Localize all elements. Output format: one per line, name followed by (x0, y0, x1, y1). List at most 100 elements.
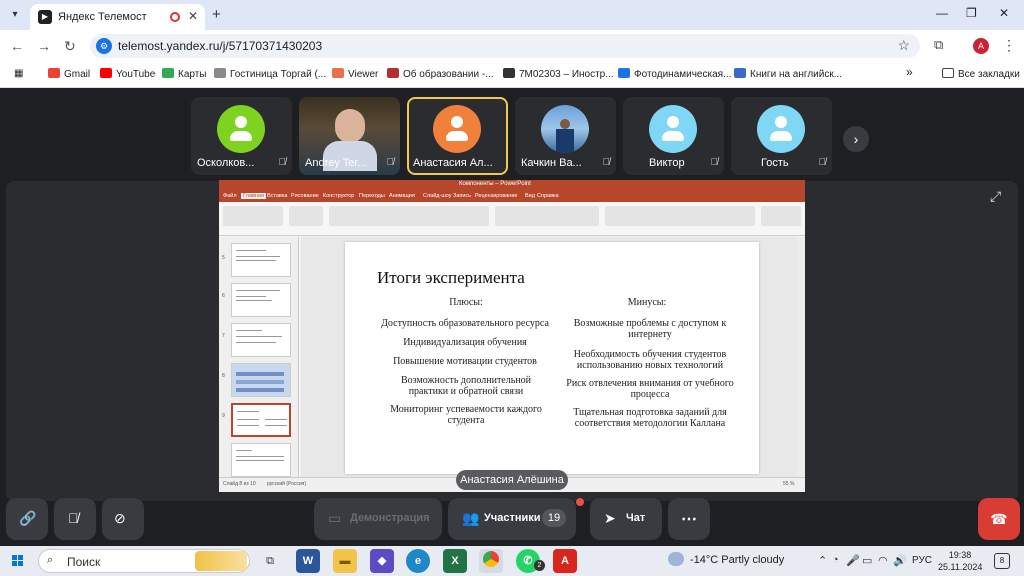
bookmark-item[interactable]: Гостиница Торгай (... (214, 68, 326, 80)
bookmark-item[interactable]: Книги на английск... (734, 68, 842, 80)
pros-item[interactable]: Возможность дополнительной практики и об… (391, 375, 541, 397)
profile-avatar[interactable]: A (973, 38, 989, 54)
slide-thumbnail[interactable] (231, 363, 291, 397)
screen-share-button[interactable]: ▭ Демонстрация (314, 498, 442, 540)
ppt-menu-item[interactable]: Вид (525, 193, 535, 199)
cons-item[interactable]: Необходимость обучения студентов использ… (563, 349, 737, 371)
bookmark-item[interactable]: Viewer (332, 68, 378, 80)
slide-thumbnail-selected[interactable] (231, 403, 291, 437)
pros-item[interactable]: Индивидуализация обучения (359, 337, 571, 348)
bookmark-star-icon[interactable]: ☆ (897, 37, 910, 54)
hang-up-button[interactable]: ☎ (978, 498, 1020, 540)
mic-toggle-button[interactable]: 🎙̸ (54, 498, 96, 540)
cons-item[interactable]: Тщательная подготовка заданий для соотве… (561, 407, 739, 429)
reload-icon[interactable]: ↻ (64, 38, 76, 55)
cons-item[interactable]: Возможные проблемы с доступом к интернет… (557, 318, 743, 340)
forward-icon[interactable]: → (37, 38, 51, 54)
slide-scrollbar[interactable] (797, 237, 805, 477)
minimize-icon[interactable]: — (936, 6, 948, 20)
more-bookmarks-icon[interactable]: » (906, 65, 913, 79)
store-icon[interactable]: ◆ (370, 549, 394, 573)
close-window-icon[interactable]: ✕ (999, 6, 1009, 20)
ppt-menu-item[interactable]: Анимация (389, 193, 415, 199)
fullscreen-icon[interactable]: ⤢ (990, 188, 1001, 205)
ribbon-slides-group[interactable] (289, 206, 323, 226)
participant-tile[interactable]: Гость 🎙̸ (731, 97, 832, 175)
chrome-icon[interactable] (479, 549, 503, 573)
ppt-menu-item[interactable]: Справка (537, 193, 559, 199)
apps-grid-icon[interactable]: ▦ (14, 68, 23, 79)
word-icon[interactable]: W (296, 549, 320, 573)
network-icon[interactable]: ▭ (862, 554, 872, 567)
ribbon-editing-group[interactable] (761, 206, 801, 226)
tray-app-icon[interactable]: ◔ (832, 554, 839, 566)
participants-button[interactable]: 👥 Участники 19 (448, 498, 576, 540)
restore-icon[interactable]: ❐ (966, 6, 977, 20)
close-tab-icon[interactable]: ✕ (188, 9, 198, 23)
ppt-menu-item[interactable]: Файл (223, 193, 237, 199)
tray-chevron-icon[interactable]: ⌃ (818, 554, 827, 567)
participant-tile-active-speaker[interactable]: Анастасия Ал... (407, 97, 508, 175)
windows-start-icon[interactable] (12, 555, 24, 567)
bookmark-item[interactable]: Карты (162, 68, 207, 80)
camera-toggle-button[interactable]: ⊘ (102, 498, 144, 540)
cons-header[interactable]: Минусы: (607, 297, 687, 308)
slide-thumbnail[interactable] (231, 283, 291, 317)
system-clock[interactable]: 19:38 25.11.2024 (938, 549, 982, 573)
microphone-icon[interactable]: 🎤 (846, 554, 860, 567)
ppt-menu-item[interactable]: Запись (453, 193, 471, 199)
ppt-menu-item[interactable]: Слайд-шоу (423, 193, 452, 199)
slide-thumbnail[interactable] (231, 323, 291, 357)
ribbon-paragraph-group[interactable] (495, 206, 599, 226)
weather-text[interactable]: -14°C Partly cloudy (690, 554, 784, 566)
task-view-icon[interactable]: ⧉ (258, 549, 282, 573)
pdf-reader-icon[interactable]: A (553, 549, 577, 573)
slide-title[interactable]: Итоги эксперимента (377, 268, 525, 288)
next-participants-icon[interactable]: › (843, 126, 869, 152)
slide-thumbnail[interactable] (231, 243, 291, 277)
bookmark-item[interactable]: YouTube (100, 68, 155, 80)
participant-tile[interactable]: Качкин Ва... 🎙̸ (515, 97, 616, 175)
slide-thumbnail[interactable] (231, 443, 291, 477)
pros-header[interactable]: Плюсы: (433, 297, 499, 308)
bookmark-item[interactable]: Об образовании -... (387, 68, 494, 80)
excel-icon[interactable]: X (443, 549, 467, 573)
pros-item[interactable]: Мониторинг успеваемости каждого студента (381, 404, 551, 426)
file-explorer-icon[interactable]: ▬ (333, 549, 357, 573)
cons-item[interactable]: Риск отвлечения внимания от учебного про… (557, 378, 743, 400)
ppt-menu-item[interactable]: Рецензирование (475, 193, 517, 199)
back-icon[interactable]: ← (10, 38, 24, 54)
browser-menu-icon[interactable]: ⋮ (1002, 37, 1016, 54)
participant-tile[interactable]: Виктор 🎙̸ (623, 97, 724, 175)
ppt-menu-item[interactable]: Конструктор (323, 193, 354, 199)
url-text[interactable]: telemost.yandex.ru/j/57170371430203 (118, 39, 322, 53)
more-button[interactable]: ⋯ (668, 498, 710, 540)
ppt-menu-item[interactable]: Вставка (267, 193, 287, 199)
bookmark-item[interactable]: Gmail (48, 68, 90, 80)
ribbon-drawing-group[interactable] (605, 206, 755, 226)
volume-icon[interactable]: 🔊 (893, 554, 907, 567)
input-language[interactable]: РУС (912, 555, 932, 566)
tab-search-chevron-icon[interactable]: ▾ (6, 6, 24, 24)
chat-button[interactable]: ➤ Чат (590, 498, 662, 540)
participant-tile[interactable]: Осколков... 🎙̸ (191, 97, 292, 175)
all-bookmarks[interactable]: Все закладки (942, 68, 1020, 80)
extensions-icon[interactable]: ⧉ (934, 37, 943, 53)
ppt-menu-item-selected[interactable]: Главная (241, 193, 266, 199)
ppt-menu-item[interactable]: Переходы (359, 193, 385, 199)
notifications-icon[interactable]: 8 (994, 553, 1010, 569)
pros-item[interactable]: Повышение мотивации студентов (359, 356, 571, 367)
ppt-menu-item[interactable]: Рисование (291, 193, 319, 199)
pros-item[interactable]: Доступность образовательного ресурса (359, 318, 571, 329)
browser-tab[interactable]: ▶ Яндекс Телемост ✕ (30, 4, 205, 30)
edge-icon[interactable]: e (406, 549, 430, 573)
new-tab-icon[interactable]: + (212, 6, 221, 23)
omnibox[interactable]: ⚙ telemost.yandex.ru/j/57170371430203 ☆ (90, 34, 920, 58)
participant-tile[interactable]: Andrey Ter... 🎙̸ (299, 97, 400, 175)
bookmark-item[interactable]: 7M02303 – Иностр... (503, 68, 614, 80)
zoom-level[interactable]: 55 % (783, 481, 794, 487)
taskbar-search[interactable]: ⌕ Поиск (38, 549, 250, 573)
wifi-icon[interactable]: ◠ (878, 554, 888, 567)
ribbon-clipboard-group[interactable] (223, 206, 283, 226)
ribbon-font-group[interactable] (329, 206, 489, 226)
